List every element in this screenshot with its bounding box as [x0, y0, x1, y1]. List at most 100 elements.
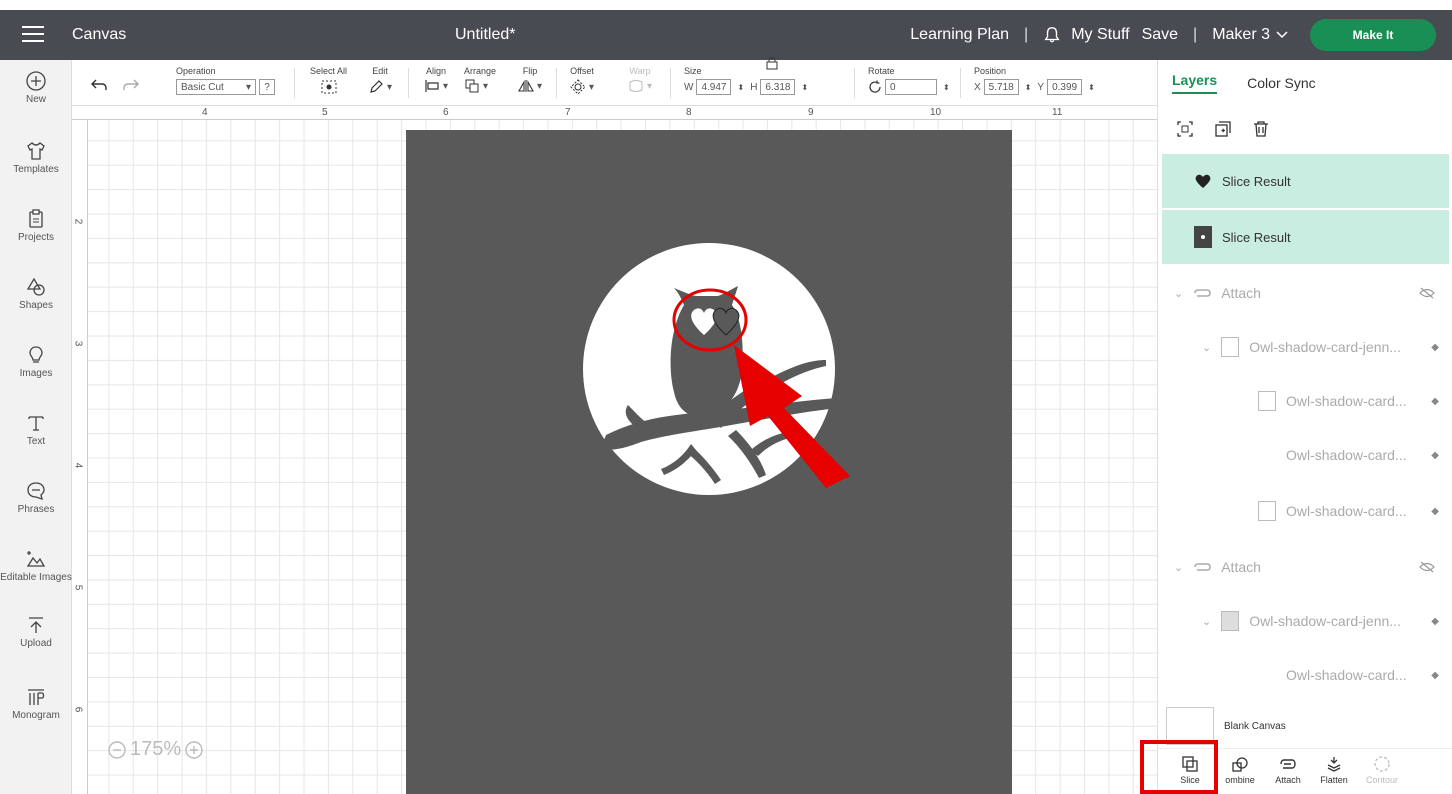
menu-icon[interactable]	[22, 26, 44, 42]
combine-button[interactable]: ombine	[1216, 749, 1264, 794]
select-all-group[interactable]: Select All	[310, 66, 347, 97]
attach-button[interactable]: Attach	[1264, 749, 1312, 794]
tab-color-sync[interactable]: Color Sync	[1247, 75, 1315, 91]
help-button[interactable]: ?	[259, 79, 275, 95]
width-input[interactable]: 4.947	[696, 79, 732, 95]
rotate-input[interactable]: 0	[885, 79, 937, 95]
owl-design[interactable]	[406, 130, 1012, 794]
arrange-label: Arrange	[464, 66, 497, 76]
contour-button[interactable]: Contour	[1356, 749, 1408, 794]
flatten-icon	[1327, 757, 1341, 772]
group-icon[interactable]	[1176, 120, 1194, 138]
upload-icon	[29, 617, 43, 633]
nav-projects[interactable]: Projects	[0, 208, 72, 243]
speech-bubble-icon	[27, 482, 45, 500]
ruler-tick: 3	[72, 340, 84, 347]
nav-shapes[interactable]: Shapes	[0, 276, 72, 311]
zoom-in-icon[interactable]	[185, 740, 203, 759]
duplicate-icon[interactable]	[1214, 120, 1232, 138]
nav-monogram[interactable]: Monogram	[0, 686, 72, 721]
redo-icon[interactable]	[122, 78, 140, 92]
slice-icon	[1182, 756, 1198, 772]
combine-label: ombine	[1225, 775, 1255, 785]
offset-group[interactable]: Offset ▾	[570, 66, 594, 95]
zoom-out-icon[interactable]	[108, 740, 126, 759]
operation-select[interactable]: Basic Cut ▾	[176, 79, 256, 95]
layer-row[interactable]: Owl-shadow-card... ◆	[1162, 484, 1449, 538]
nav-phrases[interactable]: Phrases	[0, 480, 72, 515]
machine-selector[interactable]: Maker 3	[1212, 26, 1288, 44]
learning-plan-link[interactable]: Learning Plan	[910, 26, 1009, 44]
zoom-level: 175%	[130, 738, 182, 760]
layer-row[interactable]: Owl-shadow-card... ◆	[1162, 374, 1449, 428]
contour-icon	[1374, 756, 1390, 772]
rotate-stepper[interactable]: ⬍	[943, 83, 950, 92]
eye-hidden-icon[interactable]	[1419, 561, 1435, 573]
layer-row[interactable]: ⌄ Owl-shadow-card-jenn... ◆	[1162, 320, 1449, 374]
slice-label: Slice	[1180, 775, 1200, 785]
blank-canvas-row[interactable]: Blank Canvas	[1166, 706, 1446, 746]
nav-images-label: Images	[19, 368, 53, 379]
height-stepper[interactable]: ⬍	[801, 83, 808, 92]
operation-label: Operation	[176, 66, 216, 76]
bell-icon[interactable]	[1043, 26, 1061, 44]
align-group[interactable]: Align ▾	[424, 66, 448, 93]
slice-button[interactable]: Slice	[1164, 749, 1216, 794]
edit-group[interactable]: Edit ▾	[368, 66, 392, 95]
undo-icon[interactable]	[90, 78, 108, 92]
layer-row[interactable]: ⌄ Attach	[1162, 266, 1449, 320]
tab-layers[interactable]: Layers	[1172, 72, 1218, 94]
x-input[interactable]: 5.718	[983, 79, 1019, 95]
y-input[interactable]: 0.399	[1047, 79, 1083, 95]
lock-icon[interactable]	[766, 56, 778, 70]
ruler-tick: 10	[930, 107, 942, 118]
chevron-down-icon[interactable]: ⌄	[1174, 561, 1183, 574]
flatten-button[interactable]: Flatten	[1312, 749, 1356, 794]
layer-label: Attach	[1221, 285, 1261, 301]
nav-text[interactable]: Text	[0, 412, 72, 447]
arrange-icon	[465, 79, 479, 93]
document-title[interactable]: Untitled*	[455, 26, 515, 44]
x-stepper[interactable]: ⬍	[1025, 83, 1032, 92]
my-stuff-link[interactable]: My Stuff	[1071, 26, 1129, 44]
layer-label: Owl-shadow-card...	[1286, 393, 1407, 409]
layer-row[interactable]: Slice Result	[1162, 154, 1449, 208]
eye-hidden-icon[interactable]	[1419, 287, 1435, 299]
flip-group[interactable]: Flip ▾	[518, 66, 542, 93]
save-button[interactable]: Save	[1142, 26, 1178, 44]
warp-group[interactable]: Warp ▾	[628, 66, 652, 93]
layer-row[interactable]: ⌄ Owl-shadow-card-jenn... ◆	[1162, 594, 1449, 648]
chevron-down-icon[interactable]: ⌄	[1174, 287, 1183, 300]
width-stepper[interactable]: ⬍	[737, 83, 744, 92]
nav-images[interactable]: Images	[0, 344, 72, 379]
chevron-down-icon[interactable]: ⌄	[1202, 341, 1211, 354]
ruler-tick: 9	[808, 107, 814, 118]
arrange-group[interactable]: Arrange ▾	[464, 66, 496, 93]
layer-label: Slice Result	[1222, 229, 1291, 245]
nav-templates[interactable]: Templates	[0, 140, 72, 175]
flatten-label: Flatten	[1320, 775, 1348, 785]
make-it-button[interactable]: Make It	[1310, 19, 1436, 51]
nav-editable-images[interactable]: Editable Images	[0, 548, 72, 583]
layer-row[interactable]: Owl-shadow-card... ◆	[1162, 648, 1449, 702]
layer-label: Owl-shadow-card...	[1286, 503, 1407, 519]
layer-row[interactable]: Owl-shadow-card... ◆	[1162, 428, 1449, 482]
chevron-down-icon[interactable]: ⌄	[1202, 615, 1211, 628]
layer-thumbnail	[1221, 337, 1240, 357]
plus-circle-icon	[26, 71, 46, 91]
attach-icon	[1194, 289, 1211, 297]
nav-upload[interactable]: Upload	[0, 614, 72, 649]
trash-icon[interactable]	[1252, 120, 1270, 138]
design-canvas[interactable]: 4 5 6 7 8 9 10 11 2 3 4 5 6 175%	[72, 106, 1157, 794]
layer-row[interactable]: ⌄ Attach	[1162, 540, 1449, 594]
offset-icon	[570, 79, 586, 95]
height-input[interactable]: 6.318	[760, 79, 796, 95]
position-group: Position X 5.718 ⬍ Y 0.399 ⬍	[974, 66, 1098, 95]
nav-new[interactable]: New	[0, 70, 72, 105]
y-stepper[interactable]: ⬍	[1088, 83, 1095, 92]
layer-diamond-icon: ◆	[1431, 669, 1439, 681]
layer-row[interactable]: Slice Result	[1162, 210, 1449, 264]
chevron-down-icon	[1276, 31, 1288, 39]
y-label: Y	[1037, 81, 1045, 93]
top-bar: Canvas Untitled* Learning Plan | My Stuf…	[0, 10, 1452, 60]
